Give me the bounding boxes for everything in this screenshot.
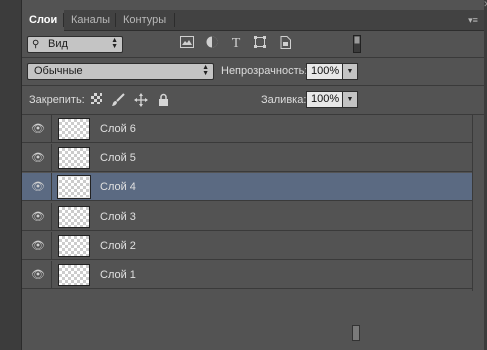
- layer-thumbnail[interactable]: [58, 264, 90, 286]
- blend-mode-dropdown[interactable]: Обычные ▲ ▼: [27, 63, 214, 80]
- layer-thumbnail[interactable]: [57, 175, 91, 199]
- layer-row[interactable]: 👁 Слой 6: [22, 115, 472, 143]
- fill-label: Заливка:: [261, 94, 307, 106]
- image-filter-icon[interactable]: [179, 36, 195, 52]
- layer-thumbnail[interactable]: [58, 206, 90, 228]
- layer-row[interactable]: 👁 Слой 1: [22, 261, 472, 289]
- adjustment-filter-icon[interactable]: [204, 36, 220, 52]
- brush-icon[interactable]: [111, 93, 125, 107]
- section-divider: [22, 85, 484, 86]
- left-dock-strip: [0, 0, 22, 350]
- tab-channels[interactable]: Каналы: [64, 10, 117, 30]
- layer-thumbnail[interactable]: [58, 147, 90, 169]
- layer-thumbnail[interactable]: [58, 235, 90, 257]
- shape-filter-icon[interactable]: [252, 36, 268, 52]
- dropdown-arrows-icon: ▲ ▼: [202, 64, 209, 77]
- filter-toggle-icon[interactable]: [349, 35, 365, 53]
- close-icon[interactable]: ✕: [482, 0, 487, 9]
- opacity-input[interactable]: 100%: [306, 63, 343, 80]
- empty-layer-area: [22, 291, 484, 350]
- layer-name[interactable]: Слой 4: [100, 173, 136, 201]
- layer-name[interactable]: Слой 5: [100, 144, 136, 172]
- fill-input[interactable]: 100%: [306, 91, 343, 108]
- eye-icon[interactable]: 👁: [31, 211, 45, 223]
- layers-list: 👁 Слой 6 👁 Слой 5 👁 Слой 4 👁 Слой 3 👁 Сл…: [22, 115, 484, 291]
- visibility-toggle[interactable]: 👁: [22, 115, 52, 143]
- lock-label: Закрепить:: [29, 94, 85, 106]
- layer-thumbnail[interactable]: [58, 118, 90, 140]
- dropdown-arrows-icon: ▲ ▼: [111, 37, 118, 50]
- eye-icon[interactable]: 👁: [31, 152, 45, 164]
- smart-object-filter-icon[interactable]: [277, 36, 293, 52]
- search-icon: ⚲: [32, 39, 40, 50]
- tab-layers[interactable]: Слои: [22, 10, 65, 31]
- layer-row[interactable]: 👁 Слой 2: [22, 232, 472, 260]
- layer-name[interactable]: Слой 3: [100, 203, 136, 231]
- eye-icon[interactable]: 👁: [31, 181, 45, 193]
- visibility-toggle[interactable]: 👁: [22, 232, 52, 260]
- layer-name[interactable]: Слой 1: [100, 261, 136, 289]
- eye-icon[interactable]: 👁: [31, 269, 45, 281]
- filter-kind-value: Вид: [48, 38, 68, 50]
- eye-icon[interactable]: 👁: [31, 240, 45, 252]
- tab-divider: [174, 13, 175, 27]
- panel-menu-icon[interactable]: ▾≡: [466, 14, 480, 26]
- move-icon[interactable]: [134, 93, 148, 107]
- visibility-toggle[interactable]: 👁: [22, 173, 52, 201]
- checkerboard-icon[interactable]: [89, 93, 103, 107]
- padlock-icon[interactable]: [156, 93, 170, 107]
- filter-kind-dropdown[interactable]: ⚲ Вид ▲ ▼: [27, 36, 123, 53]
- layers-scrollbar[interactable]: [472, 115, 484, 291]
- layer-row-selected[interactable]: 👁 Слой 4: [22, 173, 472, 201]
- eye-icon[interactable]: 👁: [31, 123, 45, 135]
- visibility-toggle[interactable]: 👁: [22, 261, 52, 289]
- layer-name[interactable]: Слой 6: [100, 115, 136, 143]
- panel-tab-bar: Слои Каналы Контуры ▾≡: [22, 10, 484, 31]
- layer-row[interactable]: 👁 Слой 5: [22, 144, 472, 172]
- visibility-toggle[interactable]: 👁: [22, 144, 52, 172]
- layer-row[interactable]: 👁 Слой 3: [22, 203, 472, 231]
- visibility-toggle[interactable]: 👁: [22, 203, 52, 231]
- fill-dropdown-button[interactable]: ▼: [343, 91, 358, 108]
- opacity-dropdown-button[interactable]: ▼: [343, 63, 358, 80]
- section-divider: [22, 57, 484, 58]
- layer-name[interactable]: Слой 2: [100, 232, 136, 260]
- tab-paths[interactable]: Контуры: [116, 10, 173, 30]
- blend-mode-value: Обычные: [34, 65, 83, 77]
- opacity-label: Непрозрачность:: [221, 65, 308, 77]
- layers-panel: ✕ Слои Каналы Контуры ▾≡ ⚲ Вид ▲ ▼ T Обыч…: [22, 0, 487, 350]
- type-filter-icon[interactable]: T: [228, 36, 244, 52]
- resize-handle[interactable]: [352, 325, 360, 341]
